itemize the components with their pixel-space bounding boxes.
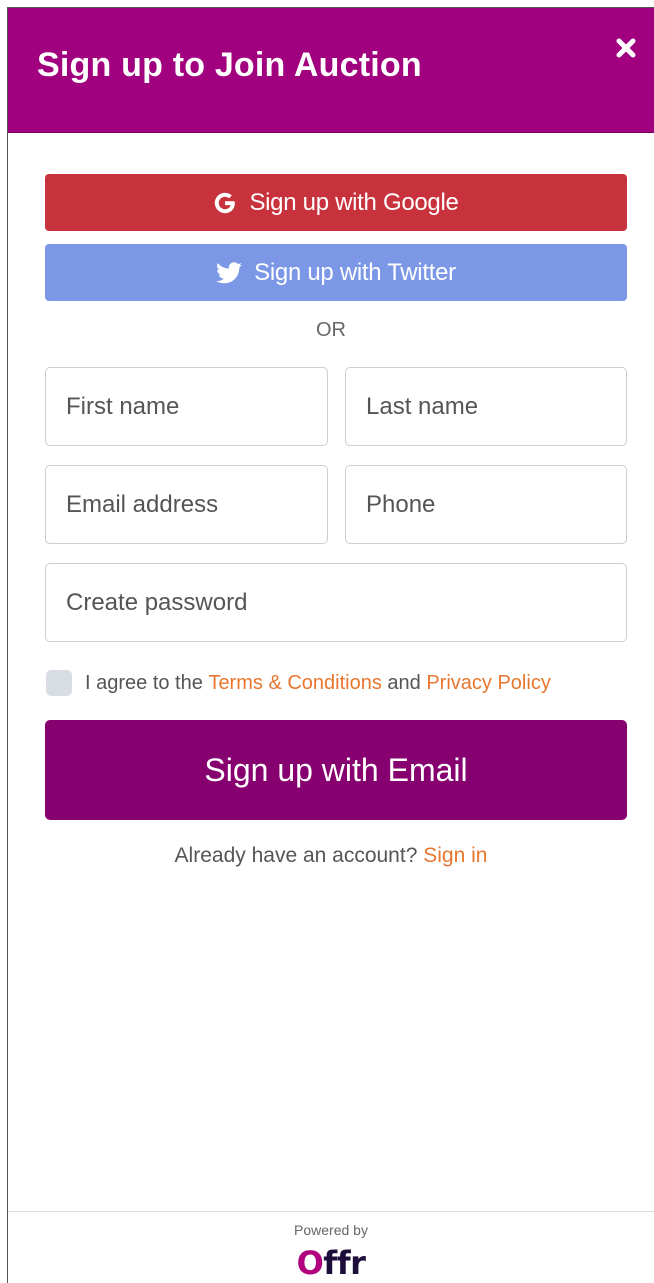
twitter-signup-label: Sign up with Twitter — [254, 258, 456, 286]
footer: Powered by Offr — [8, 1211, 654, 1283]
modal-title: Sign up to Join Auction — [37, 46, 422, 84]
signin-prompt: Already have an account? Sign in — [8, 844, 654, 868]
last-name-input[interactable] — [345, 367, 627, 446]
or-divider: OR — [316, 319, 346, 341]
signin-prompt-text: Already have an account? — [174, 844, 418, 867]
email-input[interactable] — [45, 465, 328, 544]
agree-and-text: and — [387, 671, 421, 694]
agree-prefix-text: I agree to the — [85, 671, 203, 694]
email-signup-button[interactable]: Sign up with Email — [45, 720, 627, 820]
twitter-signup-button[interactable]: Sign up with Twitter — [45, 244, 627, 301]
signin-link[interactable]: Sign in — [423, 844, 487, 867]
modal-header: Sign up to Join Auction — [8, 8, 654, 133]
terms-agreement: I agree to the Terms & Conditions and Pr… — [46, 669, 551, 697]
privacy-link[interactable]: Privacy Policy — [426, 672, 550, 695]
google-icon — [215, 192, 236, 213]
terms-link[interactable]: Terms & Conditions — [208, 672, 381, 695]
signup-modal: Sign up to Join Auction Sign up with Goo… — [7, 7, 654, 1283]
password-input[interactable] — [45, 563, 627, 642]
phone-input[interactable] — [345, 465, 627, 544]
google-signup-label: Sign up with Google — [249, 188, 459, 216]
first-name-input[interactable] — [45, 367, 328, 446]
google-signup-button[interactable]: Sign up with Google — [45, 174, 627, 231]
terms-checkbox[interactable] — [46, 670, 72, 696]
close-icon[interactable] — [615, 37, 637, 59]
offr-logo: Offr — [296, 1244, 366, 1282]
twitter-icon — [216, 261, 243, 283]
powered-by-text: Powered by — [294, 1222, 368, 1238]
